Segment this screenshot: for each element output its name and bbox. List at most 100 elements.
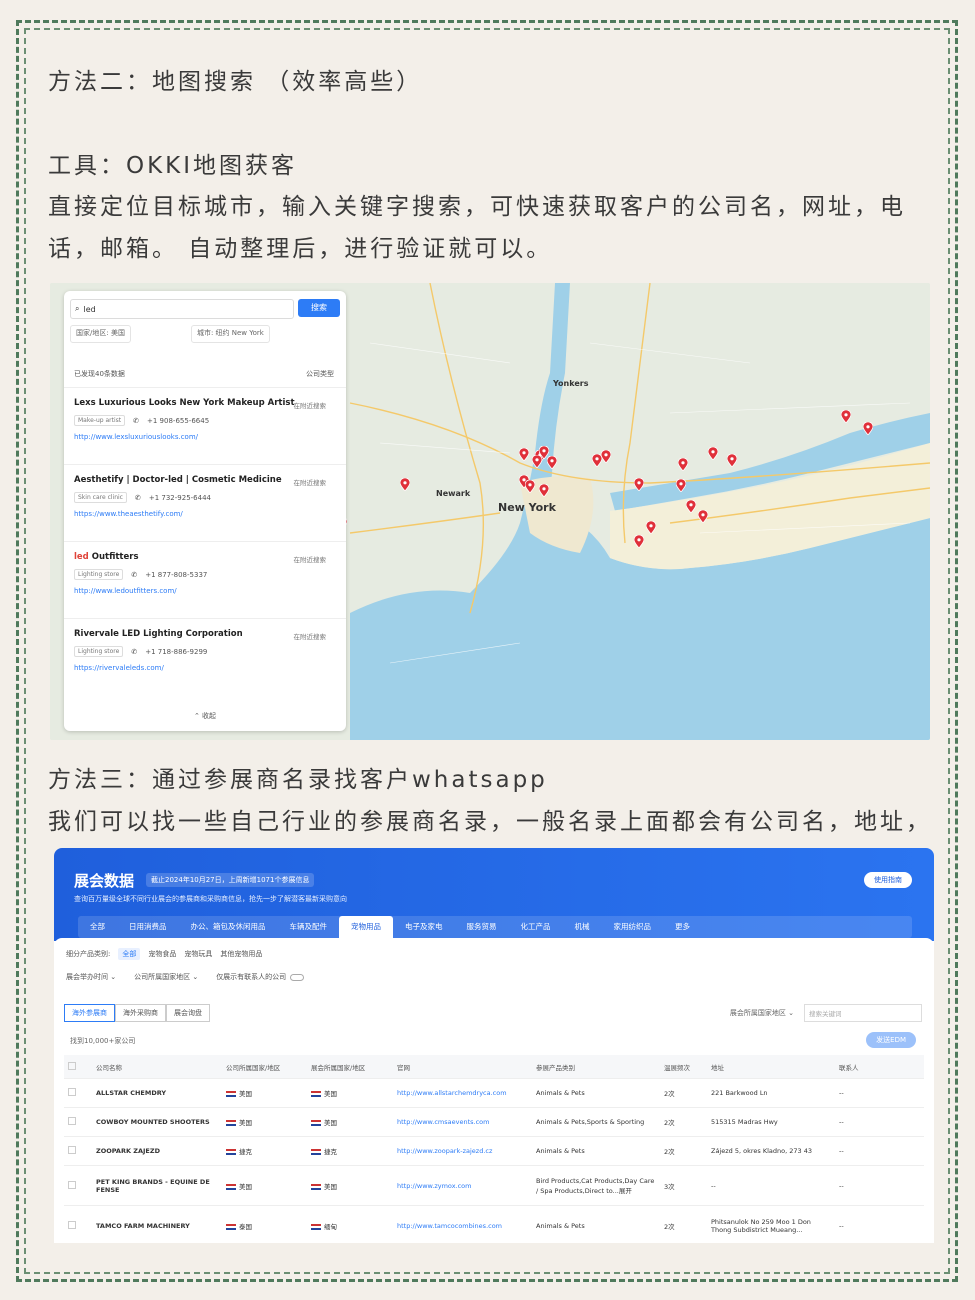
nearby-search-link[interactable]: 在附近搜索 bbox=[294, 477, 327, 487]
tool-line: 工具：OKKI地图获客 bbox=[48, 153, 298, 179]
sub-category-chip[interactable]: 宠物玩具 bbox=[184, 949, 212, 959]
map-pin[interactable] bbox=[678, 458, 688, 471]
category-tab[interactable]: 家用纺织品 bbox=[602, 916, 664, 938]
sub-category-chip[interactable]: 全部 bbox=[118, 948, 141, 960]
map-pin[interactable] bbox=[698, 510, 708, 523]
cell-contact: -- bbox=[839, 1089, 844, 1097]
result-title-rest: Outfitters bbox=[88, 552, 139, 562]
method2-description: 直接定位目标城市，输入关键字搜索，可快速获取客户的公司名，网址，电话，邮箱。 自… bbox=[48, 194, 906, 262]
flag-icon bbox=[311, 1120, 321, 1126]
cell-site[interactable]: http://www.zymox.com bbox=[393, 1182, 532, 1190]
result-item[interactable]: Lexs Luxurious Looks New York Makeup Art… bbox=[64, 387, 346, 464]
country-name: 捷克 bbox=[239, 1148, 252, 1156]
map-pin[interactable] bbox=[708, 447, 718, 460]
cell-site[interactable]: http://www.tamcocombines.com bbox=[393, 1222, 532, 1230]
result-list: Lexs Luxurious Looks New York Makeup Art… bbox=[64, 387, 346, 695]
map-pin[interactable] bbox=[727, 454, 737, 467]
category-tab[interactable]: 服务贸易 bbox=[455, 916, 509, 938]
search-button[interactable]: 搜索 bbox=[298, 299, 340, 317]
result-url[interactable]: https://www.theaesthetify.com/ bbox=[74, 510, 336, 518]
nearby-search-link[interactable]: 在附近搜索 bbox=[294, 631, 327, 641]
cell-category: Animals & Pets bbox=[536, 1221, 585, 1230]
country-filter[interactable]: 国家/地区: 美国 bbox=[70, 325, 131, 343]
row-checkbox[interactable] bbox=[64, 1180, 92, 1191]
city-filter[interactable]: 城市: 纽约 New York bbox=[190, 325, 270, 343]
result-url[interactable]: http://www.ledoutfitters.com/ bbox=[74, 587, 336, 595]
country-name: 捷克 bbox=[324, 1148, 337, 1156]
exhibitor-table: 公司名称 公司所属国家/地区 展会所属国家/地区 官网 参展产品类别 温展频次 地址 联系人 A… bbox=[64, 1055, 924, 1243]
map-pin[interactable] bbox=[841, 410, 851, 423]
result-item[interactable]: Rivervale LED Lighting Corporation 在附近搜索… bbox=[64, 618, 346, 695]
map-pin[interactable] bbox=[863, 422, 873, 435]
table-row[interactable]: ALLSTAR CHEMDRY 美国 美国 http://www.allstarche… bbox=[64, 1079, 924, 1108]
table-row[interactable]: COWBOY MOUNTED SHOOTERS 美国 美国 http://www.cm… bbox=[64, 1108, 924, 1137]
expo-time-filter[interactable]: 展会举办时间 ⌄ bbox=[66, 972, 116, 982]
flag-icon bbox=[311, 1149, 321, 1155]
contact-only-toggle[interactable]: 仅展示有联系人的公司 bbox=[216, 972, 305, 982]
result-item[interactable]: led Outfitters 在附近搜索 Lighting store ✆ +1 8… bbox=[64, 541, 346, 618]
collapse-button[interactable]: ⌃ 收起 bbox=[64, 711, 346, 721]
chevron-up-icon: ⌃ bbox=[193, 712, 203, 720]
map-pin[interactable] bbox=[634, 478, 644, 491]
category-tab[interactable]: 电子及家电 bbox=[393, 916, 455, 938]
flag-icon bbox=[226, 1091, 236, 1097]
result-url[interactable]: https://rivervaleleds.com/ bbox=[74, 664, 336, 672]
segment-tab[interactable]: 展会询盘 bbox=[166, 1004, 210, 1022]
segment-tab[interactable]: 海外采购商 bbox=[115, 1004, 166, 1022]
company-country-filter[interactable]: 公司所属国家地区 ⌄ bbox=[134, 972, 198, 982]
map-pin[interactable] bbox=[525, 480, 535, 493]
filter-row: 国家/地区: 美国 城市: 纽约 New York bbox=[70, 325, 340, 343]
category-tab[interactable]: 宠物用品 bbox=[339, 916, 393, 938]
keyword-input[interactable]: 搜索关键词 bbox=[804, 1004, 922, 1022]
nearby-search-link[interactable]: 在附近搜索 bbox=[294, 400, 327, 410]
cell-site[interactable]: http://www.cmsaevents.com bbox=[393, 1118, 532, 1126]
category-tab[interactable]: 更多 bbox=[663, 916, 702, 938]
map-pin[interactable] bbox=[539, 484, 549, 497]
category-tab[interactable]: 全部 bbox=[78, 916, 117, 938]
nearby-search-link[interactable]: 在附近搜索 bbox=[294, 554, 327, 564]
segment-tab[interactable]: 海外参展商 bbox=[64, 1004, 115, 1022]
sub-category-chip[interactable]: 其他宠物用品 bbox=[220, 949, 262, 959]
map-pin[interactable] bbox=[519, 448, 529, 461]
city-label-new-york: New York bbox=[498, 501, 556, 514]
guide-button[interactable]: 使用指南 bbox=[864, 872, 912, 888]
row-checkbox[interactable] bbox=[64, 1117, 92, 1127]
table-row[interactable]: TAMCO FARM MACHINERY 泰国 缅甸 http://www.tamco… bbox=[64, 1206, 924, 1243]
select-all-checkbox[interactable] bbox=[64, 1061, 92, 1072]
sub-category-chip[interactable]: 宠物食品 bbox=[148, 949, 176, 959]
table-row[interactable]: ZOOPARK ZAJEZD 捷克 捷克 http://www.zoopark-zaj… bbox=[64, 1137, 924, 1166]
send-edm-button[interactable]: 发送EDM bbox=[866, 1032, 916, 1048]
map-pin[interactable] bbox=[601, 450, 611, 463]
flag-icon bbox=[311, 1183, 321, 1190]
cell-freq: 2次 bbox=[664, 1222, 675, 1231]
result-url[interactable]: http://www.lexsluxuriouslooks.com/ bbox=[74, 433, 336, 441]
phone-icon: ✆ bbox=[134, 493, 141, 502]
phone-icon: ✆ bbox=[131, 647, 138, 656]
map-pin[interactable] bbox=[634, 535, 644, 548]
result-item[interactable]: Aesthetify | Doctor-led | Cosmetic Medic… bbox=[64, 464, 346, 541]
category-tab[interactable]: 日用消费品 bbox=[117, 916, 179, 938]
cell-country: 美国 bbox=[222, 1117, 307, 1127]
cell-contact: -- bbox=[839, 1118, 844, 1126]
row-checkbox[interactable] bbox=[64, 1088, 92, 1098]
search-input[interactable]: ⌕ led bbox=[70, 299, 294, 319]
cell-site[interactable]: http://www.allstarchemdryca.com bbox=[393, 1089, 532, 1097]
category-tab[interactable]: 化工产品 bbox=[509, 916, 563, 938]
flag-icon bbox=[311, 1091, 321, 1097]
cell-country: 泰国 bbox=[222, 1221, 307, 1231]
map-pin[interactable] bbox=[547, 456, 557, 469]
toggle-switch[interactable] bbox=[290, 973, 305, 981]
category-tab[interactable]: 机械 bbox=[563, 916, 602, 938]
table-row[interactable]: PET KING BRANDS - EQUINE DE FENSE 美国 美国 htt… bbox=[64, 1166, 924, 1206]
company-type-filter[interactable]: 公司类型 bbox=[306, 369, 334, 379]
map-pin[interactable] bbox=[686, 500, 696, 513]
expo-country-filter[interactable]: 展会所属国家地区 ⌄ bbox=[730, 1008, 794, 1018]
map-pin[interactable] bbox=[676, 479, 686, 492]
cell-site[interactable]: http://www.zoopark-zajezd.cz bbox=[393, 1147, 532, 1155]
category-tab[interactable]: 车辆及配件 bbox=[278, 916, 340, 938]
category-tab[interactable]: 办公、箱包及休闲用品 bbox=[179, 916, 278, 938]
row-checkbox[interactable] bbox=[64, 1220, 92, 1231]
map-pin[interactable] bbox=[400, 478, 410, 491]
row-checkbox[interactable] bbox=[64, 1146, 92, 1156]
map-pin[interactable] bbox=[646, 521, 656, 534]
